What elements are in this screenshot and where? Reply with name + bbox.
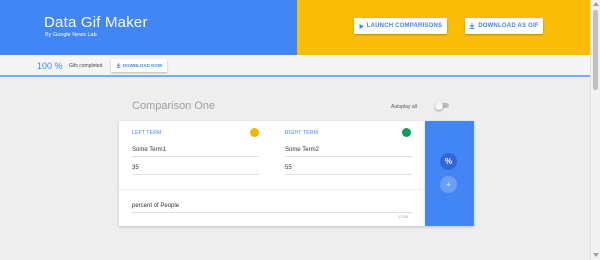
download-now-label: DOWNLOAD NOW: [122, 63, 163, 68]
comparison-title[interactable]: Comparison One: [132, 100, 215, 112]
download-gif-label: DOWNLOAD AS GIF: [478, 23, 539, 29]
progress-percent: 100 %: [37, 61, 63, 71]
app-subtitle: By Google News Lab: [45, 32, 97, 38]
app-title: Data Gif Maker: [44, 14, 148, 31]
left-term-label: LEFT TERM: [132, 130, 162, 136]
progress-bar: 100 % Gifs completed DOWNLOAD NOW: [0, 55, 590, 77]
right-term-input[interactable]: Some Term2: [285, 143, 412, 157]
scrollbar[interactable]: [590, 0, 600, 260]
download-icon: [469, 23, 475, 29]
left-value-input[interactable]: 35: [132, 161, 259, 175]
autoplay-toggle[interactable]: [435, 102, 449, 110]
launch-comparisons-label: LAUNCH COMPARISONS: [366, 23, 443, 29]
scroll-down-arrow-icon[interactable]: [593, 253, 599, 257]
scroll-thumb[interactable]: [593, 10, 598, 90]
right-term-color-picker[interactable]: [402, 128, 411, 137]
autoplay-label: Autoplay all: [391, 104, 417, 110]
add-button[interactable]: +: [440, 176, 457, 193]
unit-input[interactable]: percent of People: [132, 199, 412, 213]
right-value-input[interactable]: 55: [285, 161, 412, 175]
app-header: Data Gif Maker By Google News Lab LAUNCH…: [0, 0, 590, 55]
left-term-color-picker[interactable]: [250, 128, 259, 137]
card-divider: [119, 189, 425, 190]
left-term-input[interactable]: Some Term1: [132, 143, 259, 157]
toggle-knob: [435, 102, 443, 110]
char-counter: 17/30: [398, 214, 409, 219]
download-now-button[interactable]: DOWNLOAD NOW: [111, 59, 167, 72]
comparison-card: LEFT TERM RIGHT TERM Some Term1 Some Ter…: [119, 121, 425, 226]
percent-button[interactable]: %: [440, 153, 457, 170]
launch-comparisons-button[interactable]: LAUNCH COMPARISONS: [354, 18, 447, 34]
right-term-label: RIGHT TERM: [285, 130, 318, 136]
comparison-side-panel: % +: [425, 121, 474, 226]
download-icon: [116, 63, 121, 68]
header-blue-panel: Data Gif Maker By Google News Lab: [0, 0, 297, 55]
download-gif-button[interactable]: DOWNLOAD AS GIF: [465, 18, 543, 34]
scroll-up-arrow-icon[interactable]: [593, 2, 599, 6]
progress-status: Gifs completed: [69, 63, 103, 69]
play-icon: [359, 23, 364, 29]
